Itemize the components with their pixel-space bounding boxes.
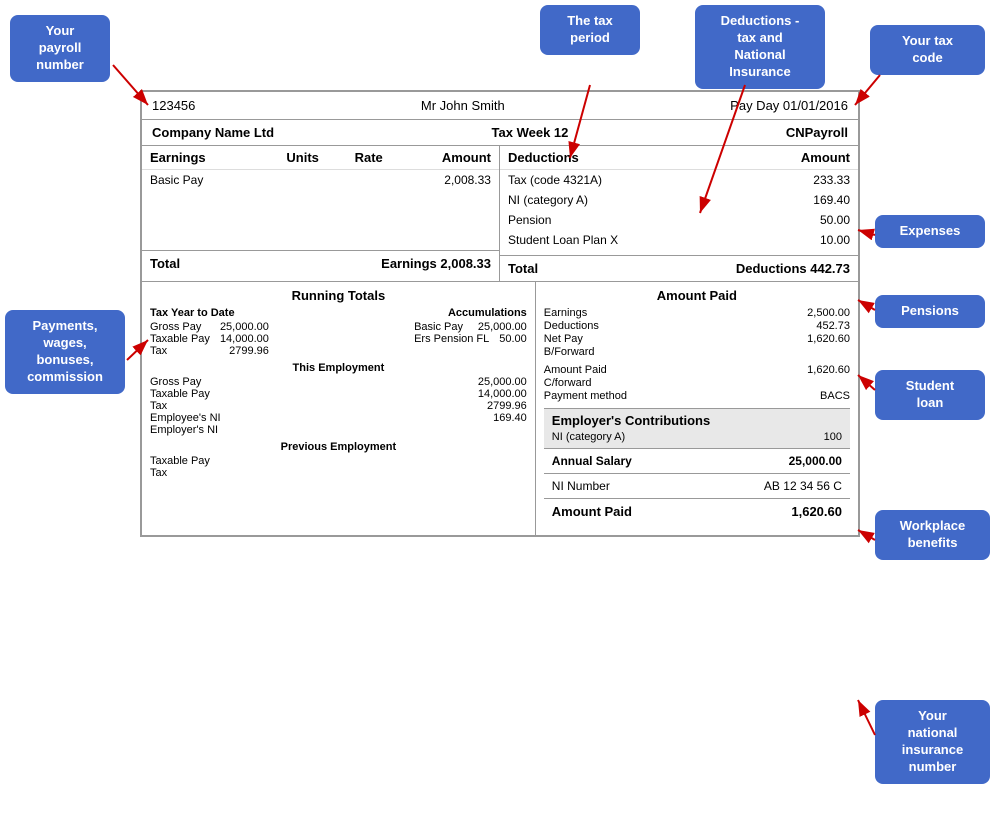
rt-te-employee-ni: Employee's NI 169.40 bbox=[150, 412, 527, 424]
earnings-total-amount: Earnings 2,008.33 bbox=[381, 256, 491, 271]
ap-deductions: Deductions 452.73 bbox=[544, 320, 850, 332]
rt-tax: Tax 2799.96 bbox=[150, 345, 269, 357]
rt-gross-pay: Gross Pay 25,000.00 bbox=[150, 321, 269, 333]
running-totals-title: Running Totals bbox=[150, 288, 527, 303]
deductions-header: Deductions Amount bbox=[500, 146, 858, 170]
basic-pay-label: Basic Pay bbox=[150, 173, 286, 187]
deductions-col-label: Deductions bbox=[508, 150, 579, 165]
callout-expenses: Expenses bbox=[875, 215, 985, 248]
employee-name: Mr John Smith bbox=[421, 98, 505, 113]
deductions-ni: NI (category A) 169.40 bbox=[500, 190, 858, 210]
earnings-total-row: Total Earnings 2,008.33 bbox=[142, 250, 499, 276]
amount-paid-total-label: Amount Paid bbox=[552, 504, 632, 519]
ap-earnings: Earnings 2,500.00 bbox=[544, 307, 850, 319]
payslip: 123456 Mr John Smith Pay Day 01/01/2016 … bbox=[140, 90, 860, 537]
rt-pe-tax: Tax bbox=[150, 467, 527, 479]
rt-taxable-pay: Taxable Pay 14,000.00 bbox=[150, 333, 269, 345]
amount-paid-section: Amount Paid Earnings 2,500.00 Deductions… bbox=[536, 282, 858, 535]
amount-paid-title: Amount Paid bbox=[544, 288, 850, 303]
annual-salary-label: Annual Salary bbox=[552, 454, 632, 468]
rt-te-taxable-pay: Taxable Pay 14,000.00 bbox=[150, 388, 527, 400]
pay-date: Pay Day 01/01/2016 bbox=[730, 98, 848, 113]
ec-ni-category-a: NI (category A) 100 bbox=[552, 431, 842, 443]
rt-this-employment-title: This Employment bbox=[150, 362, 527, 374]
deductions-total-label: Total bbox=[508, 261, 538, 276]
deductions-total-row: Total Deductions 442.73 bbox=[500, 255, 858, 281]
amount-paid-total-row: Amount Paid 1,620.60 bbox=[544, 498, 850, 524]
company-name: Company Name Ltd bbox=[152, 125, 274, 140]
rt-basic-pay-accum: Basic Pay 25,000.00 bbox=[414, 321, 527, 333]
deductions-student-loan: Student Loan Plan X 10.00 bbox=[500, 230, 858, 250]
rt-te-tax: Tax 2799.96 bbox=[150, 400, 527, 412]
callout-your-tax-code: Your tax code bbox=[870, 25, 985, 75]
annual-salary-value: 25,000.00 bbox=[789, 454, 842, 468]
deductions-total-amount: Deductions 442.73 bbox=[736, 261, 850, 276]
callout-pensions: Pensions bbox=[875, 295, 985, 328]
earnings-panel: Earnings Units Rate Amount Basic Pay 2,0… bbox=[142, 146, 500, 281]
callout-tax-period: The tax period bbox=[540, 5, 640, 55]
earnings-header: Earnings Units Rate Amount bbox=[142, 146, 499, 170]
earnings-col-units: Units bbox=[286, 150, 354, 165]
rt-pe-taxable-pay: Taxable Pay bbox=[150, 455, 527, 467]
ap-payment-method: Payment method BACS bbox=[544, 390, 850, 402]
callout-deductions-tax: Deductions - tax and National Insurance bbox=[695, 5, 825, 89]
deductions-pension: Pension 50.00 bbox=[500, 210, 858, 230]
rt-previous-employment-title: Previous Employment bbox=[150, 441, 527, 453]
company-row: Company Name Ltd Tax Week 12 CNPayroll bbox=[142, 120, 858, 146]
earnings-basic-pay: Basic Pay 2,008.33 bbox=[142, 170, 499, 190]
main-body: Earnings Units Rate Amount Basic Pay 2,0… bbox=[142, 146, 858, 282]
rt-tax-year-header: Tax Year to Date Accumulations bbox=[150, 307, 527, 319]
basic-pay-amount: 2,008.33 bbox=[423, 173, 491, 187]
callout-workplace-benefits: Workplace benefits bbox=[875, 510, 990, 560]
earnings-total-label: Total bbox=[150, 256, 180, 271]
header-row: 123456 Mr John Smith Pay Day 01/01/2016 bbox=[142, 92, 858, 120]
rt-ers-pension: Ers Pension FL 50.00 bbox=[414, 333, 527, 345]
annual-salary-row: Annual Salary 25,000.00 bbox=[544, 448, 850, 473]
ni-number-label: NI Number bbox=[552, 479, 610, 493]
rt-te-gross-pay: Gross Pay 25,000.00 bbox=[150, 376, 527, 388]
ap-net-pay: Net Pay 1,620.60 bbox=[544, 333, 850, 345]
earnings-col-earnings: Earnings bbox=[150, 150, 286, 165]
deductions-panel: Deductions Amount Tax (code 4321A) 233.3… bbox=[500, 146, 858, 281]
payroll-software: CNPayroll bbox=[786, 125, 848, 140]
deductions-tax: Tax (code 4321A) 233.33 bbox=[500, 170, 858, 190]
bottom-section: Running Totals Tax Year to Date Accumula… bbox=[142, 282, 858, 535]
ap-cforward: C/forward bbox=[544, 377, 850, 389]
employer-contrib-title: Employer's Contributions bbox=[552, 413, 842, 428]
employer-contributions: Employer's Contributions NI (category A)… bbox=[544, 408, 850, 448]
callout-payroll-number: Your payroll number bbox=[10, 15, 110, 82]
ap-amount-paid: Amount Paid 1,620.60 bbox=[544, 364, 850, 376]
amount-paid-total-value: 1,620.60 bbox=[791, 504, 842, 519]
callout-national-insurance: Your national insurance number bbox=[875, 700, 990, 784]
earnings-col-rate: Rate bbox=[355, 150, 423, 165]
callout-payments-wages: Payments, wages, bonuses, commission bbox=[5, 310, 125, 394]
running-totals: Running Totals Tax Year to Date Accumula… bbox=[142, 282, 536, 535]
earnings-col-amount: Amount bbox=[423, 150, 491, 165]
ni-number-value: AB 12 34 56 C bbox=[764, 479, 842, 493]
ap-bforward: B/Forward bbox=[544, 346, 850, 358]
deductions-col-amount: Amount bbox=[801, 150, 850, 165]
callout-student-loan: Student loan bbox=[875, 370, 985, 420]
tax-week: Tax Week 12 bbox=[492, 125, 569, 140]
ni-number-row: NI Number AB 12 34 56 C bbox=[544, 473, 850, 498]
payroll-id: 123456 bbox=[152, 98, 195, 113]
rt-te-employer-ni: Employer's NI bbox=[150, 424, 527, 436]
